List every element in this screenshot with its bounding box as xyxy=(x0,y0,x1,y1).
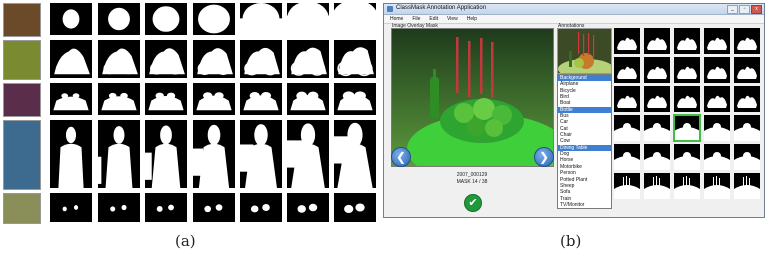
source-image-thumbnail xyxy=(3,193,41,224)
segmentation-mask xyxy=(334,40,376,78)
segmentation-mask xyxy=(240,40,282,78)
segmentation-mask xyxy=(287,3,329,35)
segmentation-mask xyxy=(193,120,235,188)
mask-candidate[interactable] xyxy=(704,57,730,83)
caption-a: (a) xyxy=(175,232,196,250)
check-icon: ✔ xyxy=(468,197,478,209)
menu-item-file[interactable]: File xyxy=(412,15,420,23)
mask-candidate[interactable] xyxy=(614,57,640,83)
segmentation-mask xyxy=(287,40,329,78)
mask-candidate[interactable] xyxy=(704,86,730,112)
menu-item-view[interactable]: View xyxy=(447,15,458,23)
segmentation-mask xyxy=(240,193,282,222)
menu-item-help[interactable]: Help xyxy=(467,15,477,23)
image-overlay-view[interactable] xyxy=(391,28,554,167)
segmentation-mask xyxy=(334,193,376,222)
segmentation-mask xyxy=(145,40,187,78)
mask-candidate[interactable] xyxy=(674,57,700,83)
segmentation-mask xyxy=(145,120,187,188)
mask-candidate[interactable] xyxy=(614,173,640,199)
menu-item-home[interactable]: Home xyxy=(390,15,403,23)
segmentation-mask xyxy=(145,83,187,115)
minimize-button[interactable]: _ xyxy=(727,5,738,14)
segmentation-mask xyxy=(98,83,140,115)
next-button[interactable]: ❯ xyxy=(534,147,554,167)
mask-candidate[interactable] xyxy=(614,144,640,170)
mask-candidate[interactable] xyxy=(644,28,670,54)
maximize-button[interactable]: ▫ xyxy=(739,5,750,14)
segmentation-mask xyxy=(145,193,187,222)
segmentation-mask xyxy=(240,120,282,188)
segmentation-mask xyxy=(240,83,282,115)
mask-candidate[interactable] xyxy=(644,144,670,170)
segmentation-mask xyxy=(334,120,376,188)
mask-candidate[interactable] xyxy=(734,86,760,112)
mask-candidate[interactable] xyxy=(644,173,670,199)
arrow-right-icon: ❯ xyxy=(538,150,550,164)
previous-button[interactable]: ❮ xyxy=(391,147,411,167)
segmentation-mask xyxy=(98,120,140,188)
mask-candidate[interactable] xyxy=(674,173,700,199)
segmentation-mask xyxy=(50,3,92,35)
segmentation-mask xyxy=(334,3,376,35)
mask-candidate[interactable] xyxy=(734,144,760,170)
window-title: ClassMask Annotation Application xyxy=(396,5,487,11)
segmentation-mask xyxy=(98,3,140,35)
mask-candidate[interactable] xyxy=(704,28,730,54)
caption-b: (b) xyxy=(560,232,582,250)
segmentation-mask xyxy=(287,120,329,188)
mask-candidate[interactable] xyxy=(614,115,640,141)
mask-candidate[interactable] xyxy=(614,28,640,54)
mask-candidate[interactable] xyxy=(734,115,760,141)
mask-candidate[interactable] xyxy=(674,28,700,54)
mask-candidate[interactable] xyxy=(734,57,760,83)
title-bar: ClassMask Annotation Application _ ▫ x xyxy=(384,4,764,15)
mask-counter: MASK 14 / 38 xyxy=(456,179,488,185)
close-button[interactable]: x xyxy=(751,5,762,14)
class-item-tv-monitor[interactable]: TV/Monitor xyxy=(558,202,611,208)
segmentation-mask xyxy=(193,40,235,78)
mask-candidate[interactable] xyxy=(614,86,640,112)
segmentation-mask xyxy=(287,193,329,222)
mask-candidate[interactable] xyxy=(734,28,760,54)
annotation-app-window: ClassMask Annotation Application _ ▫ x H… xyxy=(383,3,765,218)
segmentation-mask xyxy=(50,40,92,78)
window-controls: _ ▫ x xyxy=(727,5,762,14)
source-image-thumbnail xyxy=(3,83,41,117)
mask-grid-figure-a xyxy=(0,0,376,224)
segmentation-mask xyxy=(240,3,282,35)
image-id: 2007_000129 xyxy=(456,172,488,178)
mask-candidate[interactable] xyxy=(704,115,730,141)
segmentation-mask xyxy=(193,193,235,222)
segmentation-mask xyxy=(334,83,376,115)
mask-candidate[interactable] xyxy=(644,115,670,141)
mask-candidate[interactable] xyxy=(674,86,700,112)
segmentation-mask xyxy=(287,83,329,115)
segmentation-mask xyxy=(50,83,92,115)
segmentation-mask xyxy=(98,40,140,78)
menu-item-edit[interactable]: Edit xyxy=(429,15,438,23)
segmentation-mask xyxy=(193,3,235,35)
segmentation-mask xyxy=(193,83,235,115)
app-icon xyxy=(387,6,393,12)
mask-candidate[interactable] xyxy=(704,144,730,170)
mask-candidate[interactable] xyxy=(644,86,670,112)
mask-candidate[interactable] xyxy=(704,173,730,199)
accept-button[interactable]: ✔ xyxy=(464,194,482,212)
mask-candidate[interactable] xyxy=(644,57,670,83)
mask-candidate[interactable] xyxy=(674,144,700,170)
arrow-left-icon: ❮ xyxy=(395,150,407,164)
image-preview xyxy=(557,28,612,74)
segmentation-mask xyxy=(50,193,92,222)
candidate-mask-grid xyxy=(614,28,762,203)
mask-candidate[interactable] xyxy=(673,114,701,142)
class-list[interactable]: Background Airplane Bicycle Bird Boat Bottle B… xyxy=(557,74,612,209)
segmentation-mask xyxy=(145,3,187,35)
source-image-thumbnail xyxy=(3,40,41,80)
segmentation-mask xyxy=(50,120,92,188)
segmentation-mask xyxy=(98,193,140,222)
source-image-thumbnail xyxy=(3,120,41,190)
mask-candidate[interactable] xyxy=(734,173,760,199)
source-image-thumbnail xyxy=(3,3,41,37)
